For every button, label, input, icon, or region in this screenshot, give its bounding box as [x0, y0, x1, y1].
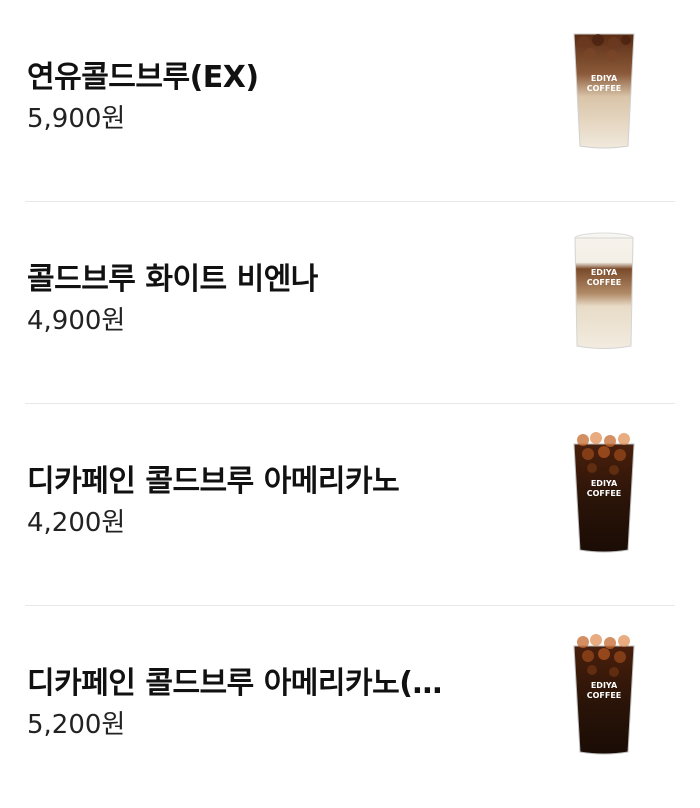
cup-brand-text: COFFEE	[587, 278, 622, 287]
cold-brew-latte-cup-image: EDIYA COFFEE	[573, 33, 635, 149]
cup-brand-text: COFFEE	[587, 691, 622, 700]
cup-brand-text: EDIYA	[591, 479, 618, 488]
menu-item[interactable]: 디카페인 콜드브루 아메리카노 4,200원 EDIYA COFFEE	[0, 404, 700, 606]
cup-brand-text: COFFEE	[587, 84, 622, 93]
menu-item-price: 5,200원	[27, 710, 126, 740]
menu-item[interactable]: 디카페인 콜드브루 아메리카노(… 5,200원 EDIYA COFFEE	[0, 606, 700, 808]
menu-item-name: 디카페인 콜드브루 아메리카노	[27, 464, 400, 499]
menu-item-name: 콜드브루 화이트 비엔나	[27, 262, 318, 297]
menu-item-price: 5,900원	[27, 104, 126, 134]
menu-item-price: 4,900원	[27, 306, 126, 336]
cup-brand-text: EDIYA	[591, 681, 618, 690]
menu-item-name: 디카페인 콜드브루 아메리카노(…	[27, 666, 442, 701]
decaf-americano-cup-image: EDIYA COFFEE	[573, 432, 635, 553]
cup-brand-text: COFFEE	[587, 489, 622, 498]
menu-item[interactable]: 연유콜드브루(EX) 5,900원 EDIYA COFFEE	[0, 0, 700, 202]
menu-item-price: 4,200원	[27, 508, 126, 538]
cup-brand-text: EDIYA	[591, 268, 618, 277]
menu-item-name: 연유콜드브루(EX)	[27, 60, 259, 95]
cup-brand-text: EDIYA	[591, 74, 618, 83]
menu-item[interactable]: 콜드브루 화이트 비엔나 4,900원 EDIYA COFFEE	[0, 202, 700, 404]
white-vienna-cup-image: EDIYA COFFEE	[574, 232, 634, 349]
decaf-americano-cup-image: EDIYA COFFEE	[573, 634, 635, 755]
menu-list: 연유콜드브루(EX) 5,900원 EDIYA COFFEE 콜드브루 화이트 …	[0, 0, 700, 795]
